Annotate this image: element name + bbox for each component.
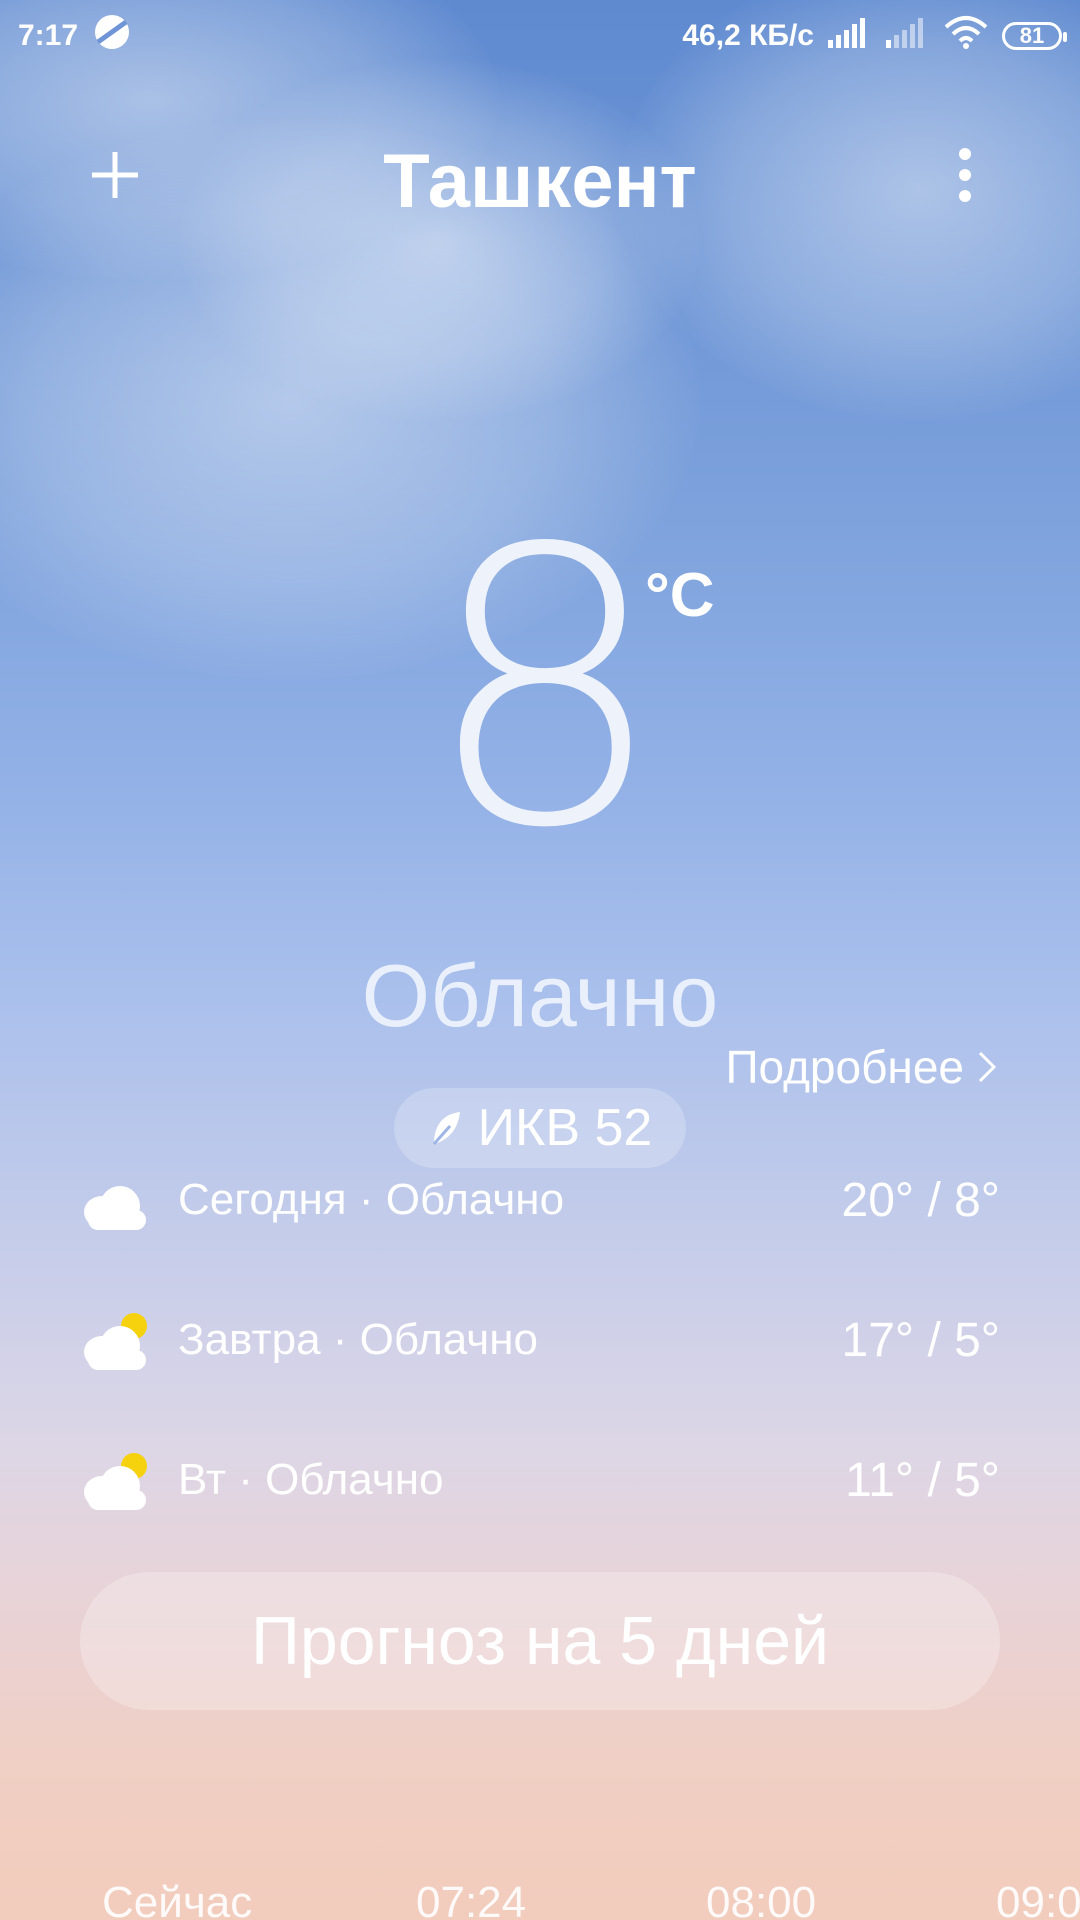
forecast-label: Сегодня · Облачно xyxy=(178,1175,565,1224)
more-options-button[interactable] xyxy=(940,140,990,210)
aqi-label: ИКВ 52 xyxy=(477,1099,653,1157)
hourly-time: 08:00 xyxy=(706,1878,817,1920)
hourly-time: Сейчас xyxy=(102,1878,253,1920)
network-speed: 46,2 КБ/с xyxy=(682,19,814,52)
temperature-unit: °C xyxy=(645,561,715,630)
daily-forecast-list: Сегодня · Облачно 20° / 8° Завтра · Обла… xyxy=(80,1130,1000,1550)
forecast-row-tomorrow[interactable]: Завтра · Облачно 17° / 5° xyxy=(80,1270,1000,1410)
details-link[interactable]: Подробнее xyxy=(725,1040,1000,1094)
browser-icon xyxy=(92,12,132,60)
status-time: 7:17 xyxy=(18,19,79,52)
signal-icon xyxy=(828,16,872,56)
current-temperature: 8 xyxy=(424,468,666,911)
cloud-sun-icon xyxy=(84,1453,147,1510)
forecast-temps: 20° / 8° xyxy=(841,1173,1000,1227)
chevron-right-icon xyxy=(978,1051,997,1083)
header: Ташкент xyxy=(0,120,1080,230)
cloud-sun-icon xyxy=(84,1313,147,1370)
hourly-time: 07:24 xyxy=(416,1878,527,1920)
details-label: Подробнее xyxy=(725,1041,964,1093)
forecast-row-tuesday[interactable]: Вт · Облачно 11° / 5° xyxy=(80,1410,1000,1550)
city-title: Ташкент xyxy=(383,139,697,224)
more-vert-icon xyxy=(959,148,971,202)
signal-icon xyxy=(886,16,930,56)
aqi-badge[interactable]: ИКВ 52 xyxy=(394,1088,686,1168)
current-temperature-block: 8 °C xyxy=(0,500,1080,880)
background-cloud xyxy=(180,60,700,420)
status-bar: 7:17 46,2 КБ/с 81 xyxy=(0,0,1080,72)
hourly-forecast-strip[interactable]: Сейчас 07:24 08:00 09:00 xyxy=(0,1878,1080,1920)
five-day-forecast-button[interactable]: Прогноз на 5 дней xyxy=(80,1572,1000,1710)
leaf-icon xyxy=(432,1112,460,1145)
forecast-temps: 17° / 5° xyxy=(841,1313,1000,1367)
battery-icon: 81 xyxy=(1002,22,1067,50)
weather-screen: 7:17 46,2 КБ/с 81 Ташкент 8 °C Облачно П… xyxy=(0,0,1080,1920)
forecast-label: Вт · Облачно xyxy=(178,1455,444,1504)
cloud-moon-icon xyxy=(84,1172,146,1230)
battery-level: 81 xyxy=(1019,23,1045,48)
current-condition: Облачно xyxy=(361,946,719,1045)
forecast-label: Завтра · Облачно xyxy=(178,1315,538,1364)
forecast-temps: 11° / 5° xyxy=(845,1453,1000,1507)
hourly-time: 09:00 xyxy=(996,1878,1080,1920)
wifi-icon xyxy=(944,15,988,57)
